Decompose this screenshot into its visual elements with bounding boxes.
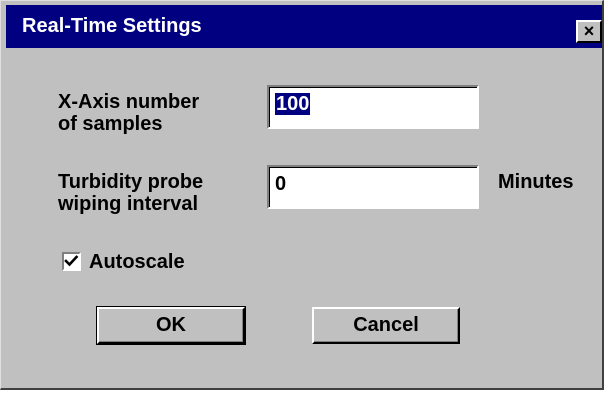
- samples-label: X-Axis number of samples: [58, 91, 199, 135]
- ok-button[interactable]: OK: [96, 306, 246, 345]
- wiping-interval-label: Turbidity probe wiping interval: [58, 171, 203, 215]
- cancel-button[interactable]: Cancel: [312, 307, 460, 344]
- close-button[interactable]: ×: [576, 20, 602, 43]
- samples-input[interactable]: 100: [267, 85, 479, 129]
- wiping-interval-value: 0: [275, 173, 287, 195]
- real-time-settings-dialog: Real-Time Settings × X-Axis number of sa…: [0, 0, 604, 390]
- samples-value: 100: [275, 93, 311, 115]
- close-icon: ×: [583, 21, 595, 41]
- title-bar[interactable]: Real-Time Settings ×: [6, 5, 602, 48]
- autoscale-checkbox[interactable]: [62, 252, 81, 271]
- checkmark-icon: [64, 255, 79, 267]
- window-title: Real-Time Settings: [22, 15, 202, 37]
- samples-label-line2: of samples: [58, 113, 163, 135]
- wiping-unit-label: Minutes: [498, 171, 574, 193]
- samples-label-line1: X-Axis number: [58, 91, 200, 113]
- autoscale-label[interactable]: Autoscale: [89, 251, 185, 273]
- wiping-label-line1: Turbidity probe: [58, 171, 204, 193]
- wiping-label-line2: wiping interval: [58, 193, 199, 215]
- wiping-interval-input[interactable]: 0: [267, 165, 479, 209]
